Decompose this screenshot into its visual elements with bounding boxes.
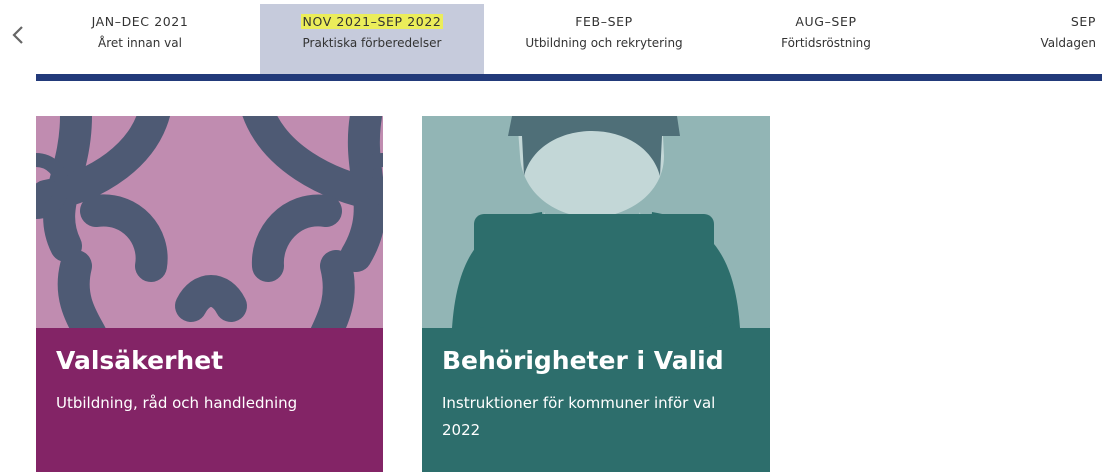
person-at-laptop-illustration: [422, 116, 770, 328]
tab-sep[interactable]: SEP Valdagen: [986, 4, 1096, 74]
card-title: Valsäkerhet: [56, 346, 224, 375]
tab-label: Utbildning och rekrytering: [525, 36, 683, 50]
timeline-nav: JAN–DEC 2021 Året innan val NOV 2021–SEP…: [36, 0, 1102, 81]
tab-period: SEP: [1070, 14, 1096, 29]
tab-label: Förtidsröstning: [781, 36, 871, 50]
tab-label: Praktiska förberedelser: [302, 36, 442, 50]
tab-label: Året innan val: [98, 36, 182, 50]
chevron-left-icon: [12, 26, 23, 44]
tab-jan-dec-2021[interactable]: JAN–DEC 2021 Året innan val: [40, 4, 240, 74]
card-title: Behörigheter i Valid: [442, 346, 724, 375]
card-panel: Behörigheter i Valid Instruktioner för k…: [422, 328, 770, 472]
tab-aug-sep[interactable]: AUG–SEP Förtidsröstning: [726, 4, 926, 74]
tab-period: AUG–SEP: [795, 14, 857, 29]
tab-period: FEB–SEP: [575, 14, 633, 29]
card-subtitle: Utbildning, råd och handledning: [56, 394, 298, 412]
card-behorigheter-i-valid[interactable]: Behörigheter i Valid Instruktioner för k…: [422, 116, 770, 472]
card-valsakerhet[interactable]: Valsäkerhet Utbildning, råd och handledn…: [36, 116, 383, 472]
card-subtitle: Instruktioner för kommuner inför val 202…: [442, 394, 716, 439]
tab-feb-sep[interactable]: FEB–SEP Utbildning och rekrytering: [504, 4, 704, 74]
timeline-rule: [36, 74, 1102, 81]
interlocking-hands-illustration: [36, 116, 383, 328]
tab-label: Valdagen: [1040, 36, 1096, 50]
highlighted-period: NOV 2021–SEP 2022: [300, 14, 444, 29]
tab-period: NOV 2021–SEP 2022: [260, 14, 484, 30]
tab-nov-2021-sep-2022[interactable]: NOV 2021–SEP 2022 Praktiska förberedelse…: [260, 4, 484, 74]
tab-period: JAN–DEC 2021: [91, 14, 189, 29]
card-panel: Valsäkerhet Utbildning, råd och handledn…: [36, 328, 383, 472]
previous-button[interactable]: [6, 20, 30, 50]
